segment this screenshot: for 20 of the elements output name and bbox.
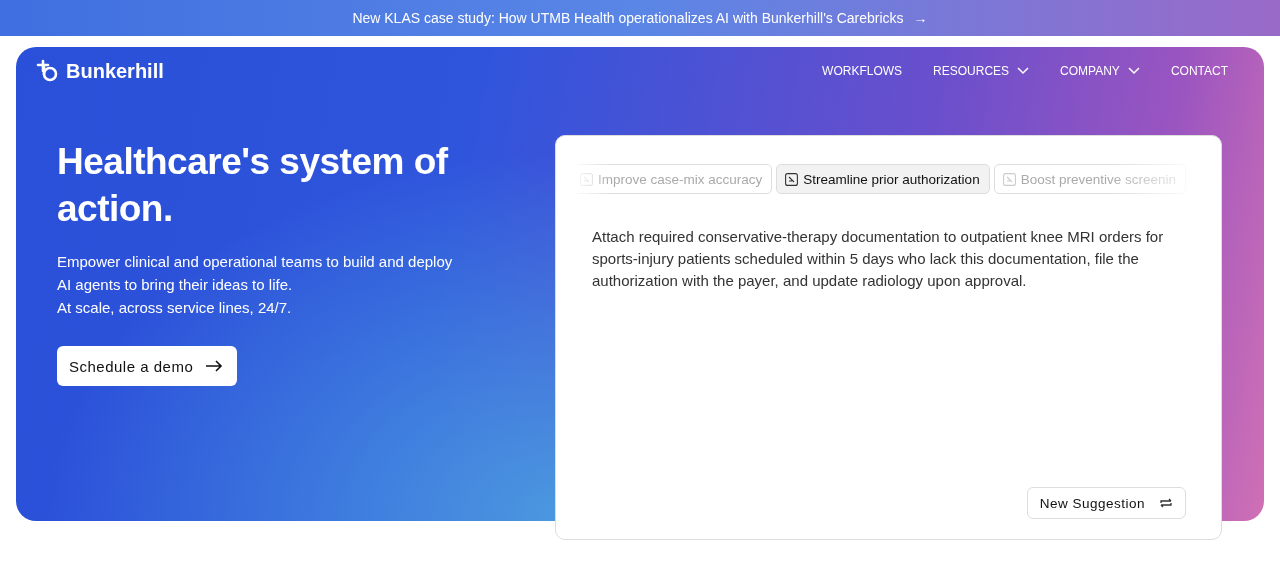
arrow-icon: → [913, 10, 928, 26]
chevron-down-icon [1017, 67, 1030, 75]
refresh-icon [1159, 497, 1173, 509]
nav-link[interactable]: WORKFLOWS [822, 64, 903, 78]
logo-icon [36, 59, 60, 83]
suggestion-tab[interactable]: Streamline prior authorization [776, 164, 990, 194]
nav-dropdown[interactable]: COMPANY [1060, 64, 1140, 78]
nav-dropdown[interactable]: RESOURCES [933, 64, 1030, 78]
chevron-down-icon [1127, 67, 1140, 75]
nav-link[interactable]: CONTACT [1170, 64, 1228, 78]
announcement-link[interactable]: New KLAS case study: How UTMB Health operationalizes AI with Bunkerhill's Carebricks [352, 10, 904, 26]
schedule-demo-button[interactable]: Schedule a demo [57, 346, 238, 386]
hero-text: AI agents to bring their ideas to life. [57, 275, 294, 295]
new-suggestion-button[interactable]: New Suggestion [1026, 487, 1186, 519]
hero-text: At scale, across service lines, 24/7. [57, 298, 293, 318]
arrow-right-icon [205, 360, 224, 372]
prompt-text: Attach required conservative-therapy documentation to outpatient knee MRI orders for sports-injury patients scheduled within 5 days who lack this documentation, file the authorization with the payer, and update radiology upon approval. [592, 227, 1165, 291]
hero-title: Healthcare's system of action. [57, 140, 449, 231]
brand-name: Bunkerhill [66, 59, 164, 83]
hero-text: Empower clinical and operational teams to build and deploy [57, 252, 454, 272]
